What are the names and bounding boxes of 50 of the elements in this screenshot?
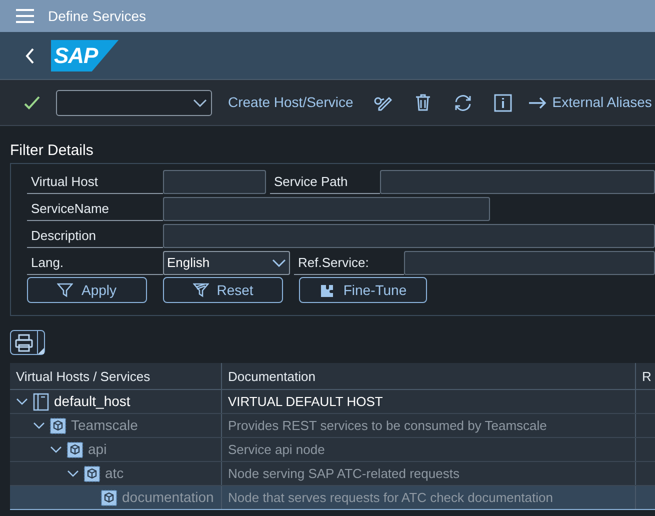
filter-action-button[interactable]: Reset bbox=[163, 277, 283, 303]
back-icon[interactable] bbox=[25, 48, 35, 64]
dropdown-corner-icon bbox=[38, 348, 44, 354]
collapse-icon[interactable] bbox=[16, 398, 28, 406]
command-field[interactable] bbox=[56, 90, 212, 116]
tree-node-label[interactable]: api bbox=[88, 439, 107, 460]
filter-action-button[interactable]: Apply bbox=[27, 277, 147, 303]
input-field[interactable] bbox=[163, 224, 655, 248]
table-cell: Node serving SAP ATC-related requests bbox=[221, 462, 635, 485]
section-title: Filter Details bbox=[10, 142, 94, 160]
tree-node-label[interactable]: default_host bbox=[54, 391, 130, 412]
table-cell: Node that serves requests for ATC check documentation bbox=[221, 486, 635, 509]
cube-icon bbox=[84, 466, 100, 482]
external-aliases-link[interactable]: External Aliases bbox=[529, 92, 652, 113]
printer-icon bbox=[14, 334, 34, 352]
arrow-right-icon bbox=[529, 96, 548, 108]
funnel-slash-icon bbox=[192, 282, 209, 298]
info-icon[interactable] bbox=[493, 92, 514, 112]
input-field[interactable] bbox=[163, 170, 266, 194]
collapse-icon[interactable] bbox=[67, 470, 79, 478]
input-field[interactable] bbox=[163, 197, 490, 221]
filter-action-button[interactable]: Fine-Tune bbox=[299, 277, 427, 303]
language-dropdown[interactable]: English bbox=[163, 251, 290, 275]
sap-logo: SAP bbox=[51, 40, 119, 72]
create-button[interactable]: Create Host/Service bbox=[228, 92, 354, 113]
input-field[interactable] bbox=[404, 251, 655, 275]
column-header[interactable]: Documentation bbox=[221, 363, 635, 389]
chevron-down-icon bbox=[193, 98, 207, 106]
table-cell: Service api node bbox=[221, 438, 635, 461]
collapse-icon[interactable] bbox=[50, 446, 62, 454]
input-field[interactable] bbox=[380, 170, 655, 194]
cube-icon bbox=[67, 442, 83, 458]
collapse-icon[interactable] bbox=[33, 422, 45, 430]
menu-icon[interactable] bbox=[16, 9, 34, 23]
cube-icon bbox=[50, 418, 66, 434]
table-cell: VIRTUAL DEFAULT HOST bbox=[221, 390, 635, 413]
column-header[interactable]: R bbox=[635, 363, 655, 389]
window-title: Define Services bbox=[48, 6, 146, 26]
tree-node-label[interactable]: Teamscale bbox=[71, 415, 138, 436]
cube-icon bbox=[101, 490, 117, 506]
check-icon[interactable] bbox=[24, 96, 40, 110]
print-menu-button[interactable] bbox=[10, 330, 45, 355]
column-header[interactable]: Virtual Hosts / Services bbox=[10, 363, 221, 389]
tree-node-label[interactable]: atc bbox=[105, 463, 124, 484]
refresh-icon[interactable] bbox=[453, 92, 474, 112]
puzzle-icon bbox=[319, 282, 336, 298]
server-icon bbox=[33, 392, 49, 410]
table-cell: Provides REST services to be consumed by Teamscale bbox=[221, 414, 635, 437]
funnel-icon bbox=[57, 282, 74, 298]
chevron-down-icon bbox=[272, 259, 286, 267]
